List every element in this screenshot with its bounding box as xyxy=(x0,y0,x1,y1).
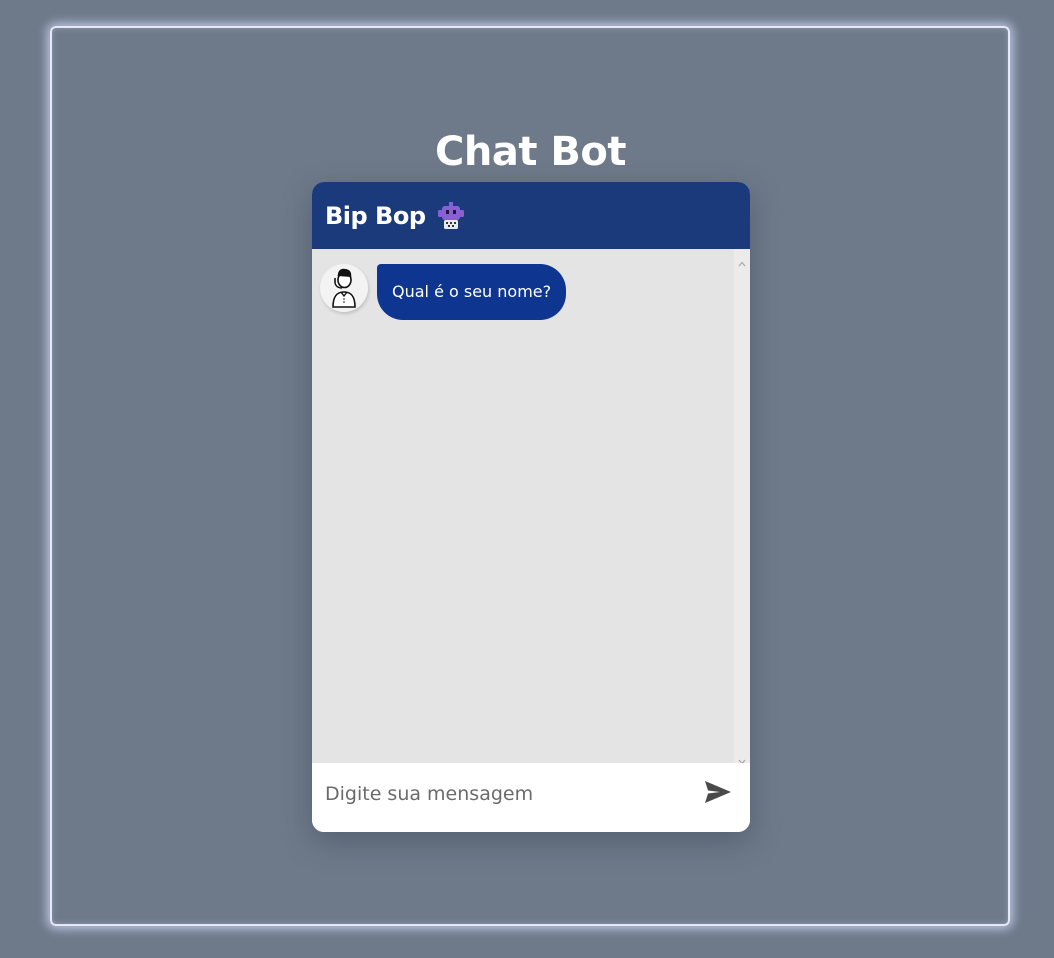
message-list-scrollbar[interactable] xyxy=(734,249,750,765)
send-icon xyxy=(704,780,732,807)
chat-header-title: Bip Bop xyxy=(325,201,426,230)
message-input[interactable] xyxy=(325,777,685,811)
robot-icon xyxy=(436,201,466,231)
list-item: Qual é o seu nome? xyxy=(320,264,567,320)
chat-window: Bip Bop Qual é o seu nome? Digite sua me… xyxy=(312,182,750,832)
person-avatar-icon xyxy=(320,264,368,312)
message-list[interactable]: Qual é o seu nome? xyxy=(312,249,734,763)
bot-message-bubble: Qual é o seu nome? xyxy=(377,264,567,320)
page-title: Chat Bot xyxy=(435,129,626,175)
chevron-up-icon[interactable] xyxy=(738,253,746,267)
message-composer xyxy=(312,763,750,832)
chat-header: Bip Bop xyxy=(312,182,750,249)
send-button[interactable] xyxy=(702,779,734,807)
chevron-down-icon[interactable] xyxy=(738,751,746,765)
